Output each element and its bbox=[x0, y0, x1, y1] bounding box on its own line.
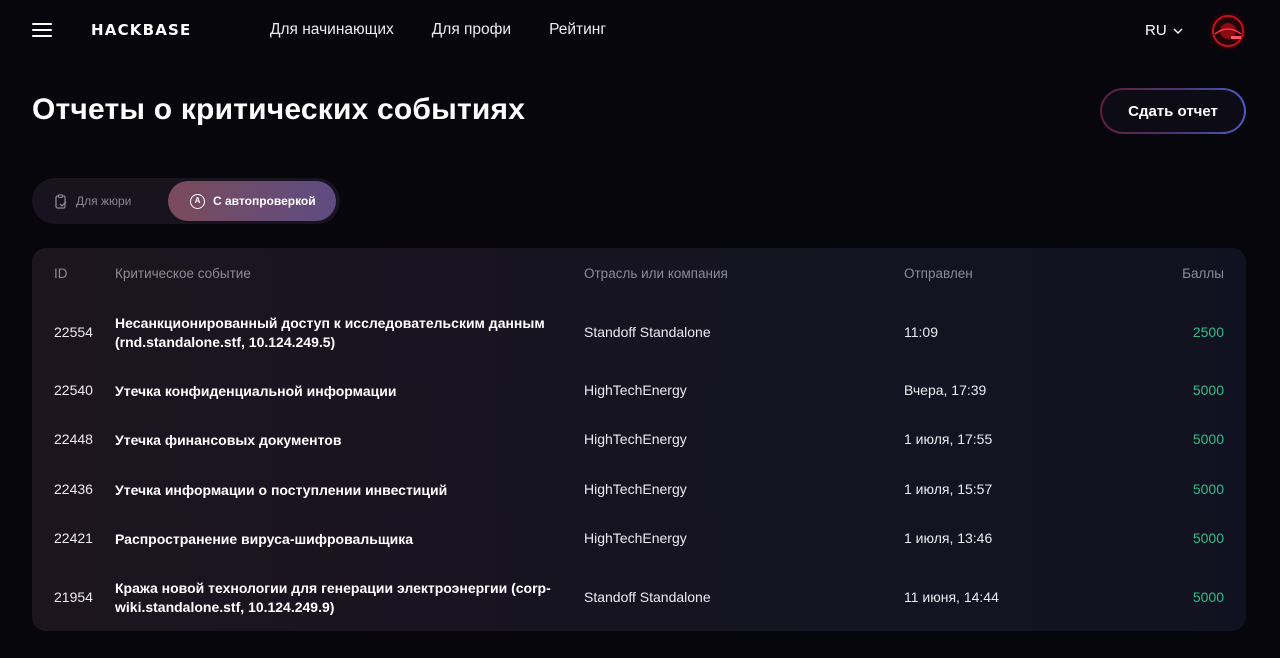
row-event[interactable]: Утечка информации о поступлении инвестиц… bbox=[115, 481, 565, 500]
table-row[interactable]: 22448 Утечка финансовых документов HighT… bbox=[32, 431, 1246, 451]
submit-report-button[interactable]: Сдать отчет bbox=[1100, 88, 1246, 134]
row-sent: Вчера, 17:39 bbox=[904, 382, 987, 398]
table-row[interactable]: 22554 Несанкционированный доступ к иссле… bbox=[32, 314, 1246, 352]
row-id: 22554 bbox=[54, 324, 93, 340]
row-company: HighTechEnergy bbox=[584, 481, 687, 497]
row-score: 5000 bbox=[1192, 431, 1224, 447]
row-score: 2500 bbox=[1192, 324, 1224, 340]
submit-report-label: Сдать отчет bbox=[1102, 90, 1244, 132]
header-id: ID bbox=[54, 266, 68, 281]
table-row[interactable]: 22436 Утечка информации о поступлении ин… bbox=[32, 481, 1246, 501]
row-sent: 1 июля, 13:46 bbox=[904, 530, 993, 546]
row-id: 22540 bbox=[54, 382, 93, 398]
row-id: 22421 bbox=[54, 530, 93, 546]
row-company: HighTechEnergy bbox=[584, 530, 687, 546]
row-sent: 11 июня, 14:44 bbox=[904, 589, 999, 605]
row-sent: 1 июля, 15:57 bbox=[904, 481, 993, 497]
avatar-image bbox=[1209, 12, 1247, 50]
table-row[interactable]: 22540 Утечка конфиденциальной информации… bbox=[32, 382, 1246, 402]
page-title: Отчеты о критических событиях bbox=[32, 93, 526, 126]
row-score: 5000 bbox=[1192, 530, 1224, 546]
row-score: 5000 bbox=[1192, 481, 1224, 497]
row-event[interactable]: Утечка конфиденциальной информации bbox=[115, 382, 565, 401]
avatar[interactable] bbox=[1209, 12, 1247, 50]
report-type-switch: Для жюри A С автопроверкой bbox=[32, 178, 340, 224]
row-id: 21954 bbox=[54, 589, 93, 605]
row-company: Standoff Standalone bbox=[584, 324, 711, 340]
row-score: 5000 bbox=[1192, 382, 1224, 398]
logo[interactable]: HACKBASE bbox=[91, 21, 192, 39]
row-id: 22436 bbox=[54, 481, 93, 497]
top-bar: HACKBASE Для начинающих Для профи Рейтин… bbox=[0, 0, 1280, 62]
chevron-down-icon bbox=[1173, 28, 1183, 34]
reports-table: ID Критическое событие Отрасль или компа… bbox=[32, 248, 1246, 631]
language-selector[interactable]: RU bbox=[1145, 22, 1183, 39]
row-event[interactable]: Утечка финансовых документов bbox=[115, 431, 565, 450]
tab-jury-label: Для жюри bbox=[76, 194, 132, 208]
header-sent: Отправлен bbox=[904, 266, 973, 281]
tab-auto-check-label: С автопроверкой bbox=[213, 194, 316, 208]
tab-auto-check[interactable]: A С автопроверкой bbox=[168, 181, 336, 221]
header-company: Отрасль или компания bbox=[584, 266, 728, 281]
header-score: Баллы bbox=[1182, 266, 1224, 281]
table-row[interactable]: 21954 Кража новой технологии для генерац… bbox=[32, 579, 1246, 617]
tab-jury[interactable]: Для жюри bbox=[54, 181, 131, 221]
row-event[interactable]: Распространение вируса-шифровальщика bbox=[115, 530, 565, 549]
row-score: 5000 bbox=[1192, 589, 1224, 605]
header-event: Критическое событие bbox=[115, 266, 251, 281]
menu-icon[interactable] bbox=[32, 22, 52, 38]
row-company: HighTechEnergy bbox=[584, 431, 687, 447]
row-sent: 11:09 bbox=[904, 324, 938, 340]
nav-beginners[interactable]: Для начинающих bbox=[270, 21, 394, 39]
auto-check-icon: A bbox=[190, 193, 205, 209]
language-label: RU bbox=[1145, 22, 1167, 39]
main-nav: Для начинающих Для профи Рейтинг bbox=[270, 21, 606, 39]
row-sent: 1 июля, 17:55 bbox=[904, 431, 993, 447]
table-row[interactable]: 22421 Распространение вируса-шифровальщи… bbox=[32, 530, 1246, 550]
nav-pro[interactable]: Для профи bbox=[432, 21, 511, 39]
clipboard-icon bbox=[55, 193, 67, 209]
row-id: 22448 bbox=[54, 431, 93, 447]
row-event[interactable]: Несанкционированный доступ к исследовате… bbox=[115, 314, 565, 352]
nav-rating[interactable]: Рейтинг bbox=[549, 21, 606, 39]
row-event[interactable]: Кража новой технологии для генерации эле… bbox=[115, 579, 565, 617]
row-company: Standoff Standalone bbox=[584, 589, 711, 605]
row-company: HighTechEnergy bbox=[584, 382, 687, 398]
